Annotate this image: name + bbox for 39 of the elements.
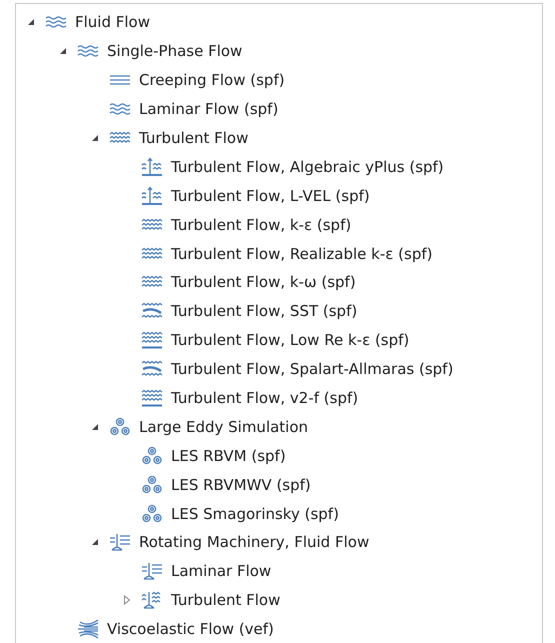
tree-item[interactable]: Turbulent Flow, Spalart-Allmaras (spf): [171, 360, 454, 378]
tree-item[interactable]: Turbulent Flow, k-ε (spf): [171, 216, 352, 234]
tree-item[interactable]: Single-Phase Flow: [107, 42, 242, 60]
swirls-icon: [140, 446, 164, 466]
tree-item[interactable]: LES RBVM (spf): [171, 446, 286, 465]
collapse-arrow-icon[interactable]: [91, 134, 99, 142]
tree-item[interactable]: Large Eddy Simulation: [139, 418, 308, 436]
tree-item[interactable]: Turbulent Flow, v2-f (spf): [171, 389, 358, 408]
swirls-icon: [140, 474, 164, 495]
tree-item[interactable]: Rotating Machinery, Fluid Flow: [139, 533, 370, 552]
tree-item[interactable]: Fluid Flow: [75, 13, 150, 32]
tree-item[interactable]: Creeping Flow (spf): [139, 71, 285, 90]
tree-item[interactable]: Turbulent Flow, k-ω (spf): [171, 273, 356, 292]
tree-item[interactable]: Turbulent Flow: [139, 129, 248, 147]
tree-item[interactable]: Turbulent Flow, SST (spf): [171, 302, 358, 320]
tree-item[interactable]: Laminar Flow (spf): [139, 100, 278, 118]
underlined-waves-icon: [140, 388, 164, 408]
tree-item[interactable]: Turbulent Flow: [171, 591, 280, 610]
fan-lines-icon: [76, 619, 100, 640]
tree-item[interactable]: Viscoelastic Flow (vef): [107, 620, 274, 638]
swirls-icon: [140, 504, 164, 524]
expand-arrow-icon[interactable]: [123, 595, 131, 606]
collapse-arrow-icon[interactable]: [27, 18, 35, 26]
tree-item[interactable]: Turbulent Flow, Algebraic yPlus (spf): [171, 158, 444, 176]
collapse-arrow-icon[interactable]: [91, 422, 99, 431]
tree-item[interactable]: Turbulent Flow, L-VEL (spf): [171, 186, 370, 205]
tree-item[interactable]: Turbulent Flow, Realizable k-ε (spf): [171, 244, 432, 263]
tree-item[interactable]: LES Smagorinsky (spf): [171, 504, 339, 523]
tree-item[interactable]: Turbulent Flow, Low Re k-ε (spf): [171, 331, 410, 350]
underlined-waves-icon: [140, 330, 164, 350]
rotor-lines-icon: [140, 561, 164, 582]
tree-item[interactable]: Laminar Flow: [171, 562, 272, 580]
rotor-lines-icon: [108, 532, 132, 552]
wall-waves-icon: [140, 186, 164, 206]
collapse-arrow-icon[interactable]: [59, 47, 67, 56]
swirls-icon: [108, 416, 132, 437]
collapse-arrow-icon[interactable]: [91, 538, 99, 546]
tree-item[interactable]: LES RBVMWV (spf): [171, 476, 311, 494]
wall-waves-icon: [140, 156, 164, 177]
